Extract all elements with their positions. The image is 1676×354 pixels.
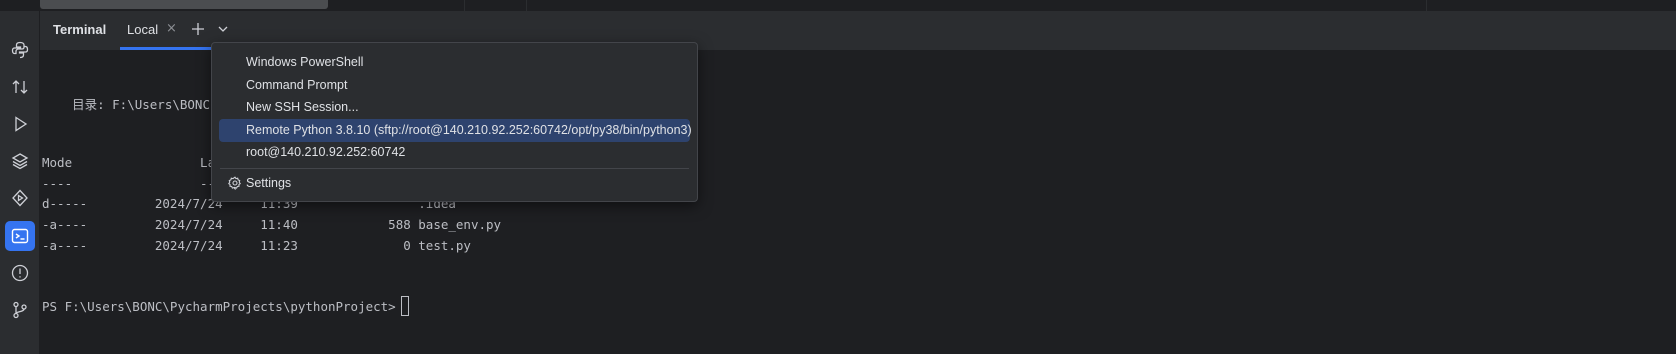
git-branch-icon[interactable] <box>5 295 35 325</box>
new-tab-button[interactable] <box>188 19 208 39</box>
new-session-dropdown-button[interactable] <box>213 19 233 39</box>
terminal-cursor <box>401 296 409 316</box>
run-icon[interactable] <box>5 109 35 139</box>
divider <box>464 0 465 11</box>
layers-icon[interactable] <box>5 146 35 176</box>
menu-item-new-ssh-session[interactable]: New SSH Session... <box>219 96 690 119</box>
gear-icon <box>228 176 241 190</box>
header-dash-line: ---- -- <box>42 176 216 191</box>
directory-line: 目录: F:\Users\BONC <box>42 97 210 112</box>
menu-item-label: Remote Python 3.8.10 (sftp://root@140.21… <box>246 123 692 137</box>
tool-window-stripe <box>0 11 40 354</box>
editor-scroll-strip <box>0 0 1676 11</box>
file-row: -a---- 2024/7/24 11:40 588 base_env.py <box>42 217 502 232</box>
menu-divider <box>220 168 689 169</box>
python-icon[interactable] <box>5 35 35 65</box>
shell-prompt: PS F:\Users\BONC\PycharmProjects\pythonP… <box>42 299 404 314</box>
file-row: -a---- 2024/7/24 11:23 0 test.py <box>42 238 471 253</box>
menu-item-root-ssh[interactable]: root@140.210.92.252:60742 <box>219 141 690 164</box>
chevron-down-icon <box>218 26 228 32</box>
menu-item-label: New SSH Session... <box>246 100 359 114</box>
menu-item-settings[interactable]: Settings <box>219 172 690 195</box>
menu-item-label: Command Prompt <box>246 78 348 92</box>
menu-item-windows-powershell[interactable]: Windows PowerShell <box>219 51 690 74</box>
plus-icon <box>192 23 204 35</box>
terminal-icon[interactable] <box>5 221 35 251</box>
menu-item-label: Settings <box>246 176 292 190</box>
terminal-title: Terminal <box>53 22 107 37</box>
tab-local[interactable]: Local × <box>120 11 224 50</box>
close-icon[interactable]: × <box>166 21 177 36</box>
menu-item-label: root@140.210.92.252:60742 <box>246 145 406 159</box>
vcs-update-icon[interactable] <box>5 72 35 102</box>
divider <box>1426 0 1427 11</box>
menu-item-remote-python[interactable]: Remote Python 3.8.10 (sftp://root@140.21… <box>219 119 692 142</box>
new-session-menu: Windows PowerShell Command Prompt New SS… <box>211 42 698 202</box>
problems-icon[interactable] <box>5 258 35 288</box>
tab-label: Local <box>127 22 159 37</box>
column-header-line: Mode La <box>42 155 216 170</box>
horizontal-scrollbar-thumb[interactable] <box>40 0 328 9</box>
menu-item-label: Windows PowerShell <box>246 55 364 69</box>
divider <box>526 0 527 11</box>
menu-item-command-prompt[interactable]: Command Prompt <box>219 74 690 97</box>
tab-selected-indicator <box>120 47 224 50</box>
services-icon[interactable] <box>5 183 35 213</box>
